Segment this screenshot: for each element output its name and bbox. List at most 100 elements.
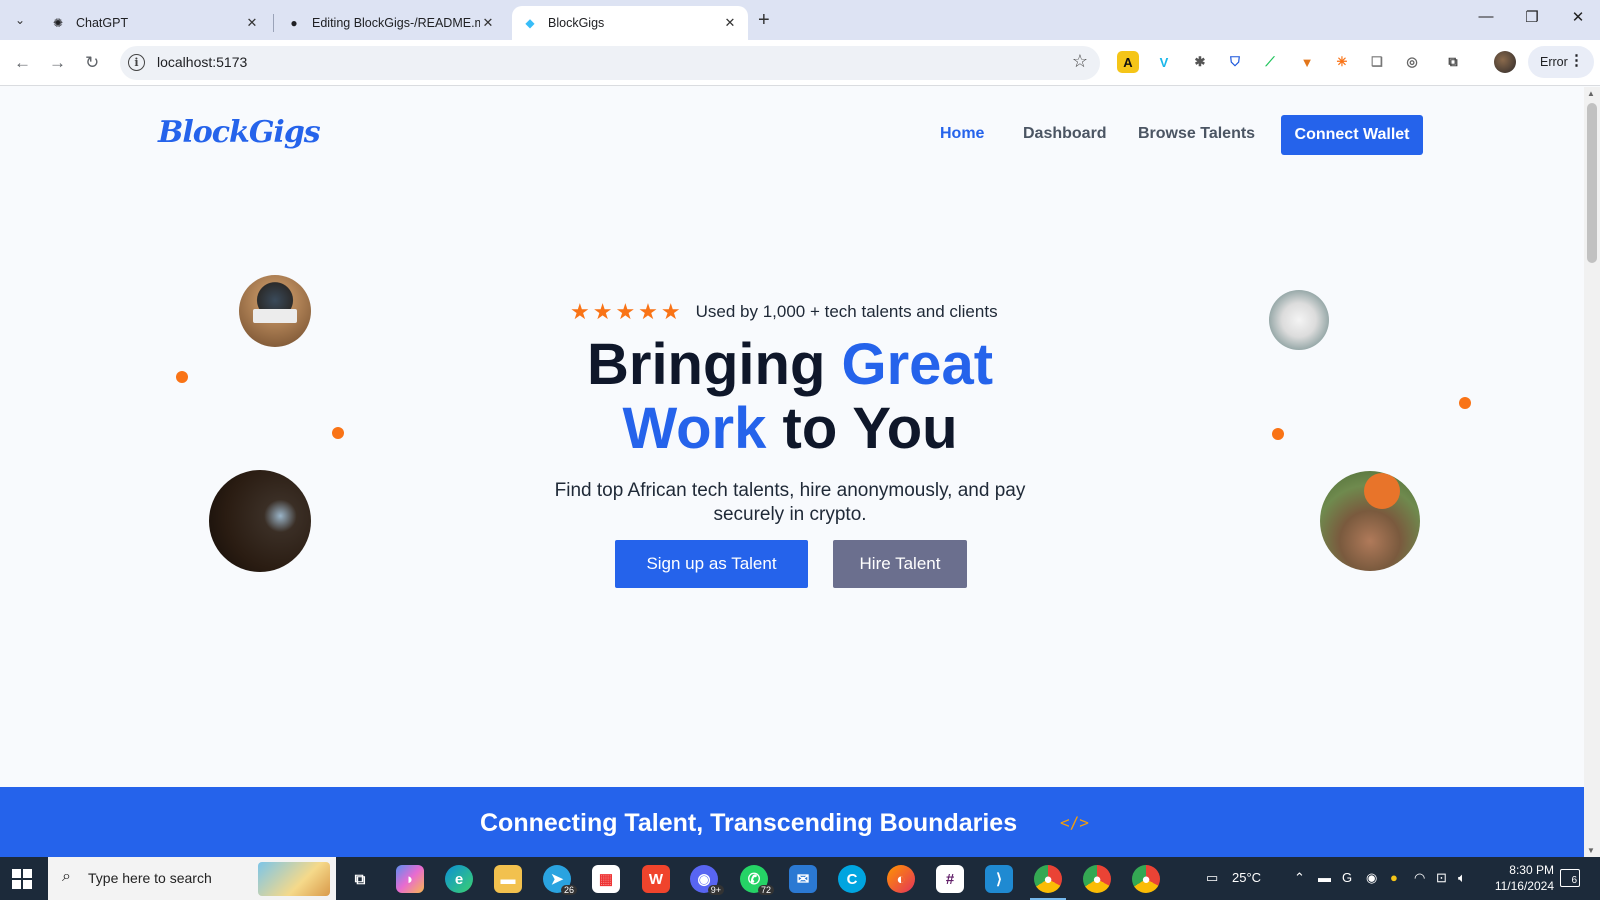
scroll-up-icon[interactable]: ▲ [1587, 89, 1595, 98]
extension-vimeo-icon[interactable]: V [1153, 51, 1175, 73]
browser-toolbar: ← → ↻ i localhost:5173 ☆ A V ✱ ⛉ ⟋ ▼ ✳ ❏… [0, 40, 1600, 86]
edge-icon[interactable]: e [445, 865, 473, 893]
whatsapp-icon[interactable]: ✆ 72 [740, 865, 774, 895]
search-highlight-image [258, 862, 330, 896]
chrome-profile-icon[interactable]: ● [1132, 865, 1160, 893]
close-window-icon[interactable]: ✕ [1558, 8, 1598, 26]
telegram-icon[interactable]: ➤ 26 [543, 865, 577, 895]
title-part: to You [766, 396, 958, 461]
wps-office-icon[interactable]: W [642, 865, 670, 893]
notifications-icon[interactable]: 6 [1560, 869, 1580, 887]
wifi-icon[interactable]: ◠ [1414, 870, 1425, 886]
tab-github-readme[interactable]: ● Editing BlockGigs-/README.md ✕ [276, 6, 506, 40]
windows-taskbar: ⌕ Type here to search ⧉ ◗ e ▬ ➤ 26 ▦ W ◉ 9… [0, 857, 1600, 900]
tab-divider [273, 14, 274, 32]
chrome-tray-icon[interactable]: ◉ [1366, 870, 1377, 886]
search-placeholder: Type here to search [88, 870, 212, 886]
extension-shield-icon[interactable]: ⛉ [1224, 51, 1246, 73]
new-tab-plus-icon[interactable]: + [758, 9, 770, 31]
workspace-keyboard-photo [239, 275, 311, 347]
forward-arrow-icon[interactable]: → [49, 53, 66, 73]
scroll-down-icon[interactable]: ▼ [1587, 846, 1595, 855]
rating-row: ★★★★★ Used by 1,000 + tech talents and c… [570, 299, 998, 325]
nav-browse-talents-link[interactable]: Browse Talents [1138, 125, 1255, 143]
connect-wallet-button[interactable]: Connect Wallet [1281, 115, 1423, 155]
mail-icon[interactable]: ✉ [789, 865, 817, 893]
site-info-icon[interactable]: i [128, 54, 145, 71]
copilot-icon[interactable]: ◗ [396, 865, 424, 893]
vscode-icon[interactable]: ⟩ [985, 865, 1013, 893]
extension-bug-icon[interactable]: ✱ [1189, 51, 1211, 73]
page-scrollbar[interactable]: ▲ ▼ [1584, 87, 1600, 857]
extensions-puzzle-icon[interactable]: ⧉ [1442, 51, 1464, 73]
kebab-menu-icon[interactable]: ⋮ [1569, 51, 1584, 69]
tagline-banner: Connecting Talent, Transcending Boundari… [0, 787, 1584, 857]
volume-icon[interactable]: 🔈︎ [1458, 870, 1466, 886]
site-logo[interactable]: BlockGigs [158, 115, 321, 150]
chrome-icon[interactable]: ● [1034, 865, 1062, 893]
orange-dot [176, 371, 188, 383]
bookmark-star-icon[interactable]: ☆ [1072, 51, 1088, 72]
slack-icon[interactable]: # [936, 865, 964, 893]
developer-working-photo [209, 470, 311, 572]
hire-talent-button[interactable]: Hire Talent [833, 540, 967, 588]
blockgigs-page: BlockGigs Home Dashboard Browse Talents … [0, 87, 1584, 857]
reload-icon[interactable]: ↻ [85, 53, 99, 73]
extension-metamask-icon[interactable]: ▼ [1296, 51, 1318, 73]
back-arrow-icon[interactable]: ← [14, 53, 31, 73]
tab-title: Editing BlockGigs-/README.md [312, 16, 480, 30]
rating-text: Used by 1,000 + tech talents and clients [695, 302, 998, 321]
file-explorer-icon[interactable]: ▬ [494, 865, 522, 893]
desk-setup-photo [1269, 290, 1329, 350]
clock-time: 8:30 PM [1509, 863, 1554, 877]
extension-archive-icon[interactable]: A [1117, 51, 1139, 73]
url-text[interactable]: localhost:5173 [157, 54, 247, 70]
close-tab-icon[interactable]: ✕ [244, 15, 260, 31]
tab-chatgpt[interactable]: ✺ ChatGPT ✕ [40, 6, 270, 40]
close-tab-icon[interactable]: ✕ [722, 15, 738, 31]
norton-tray-icon[interactable]: ● [1390, 870, 1398, 885]
scrollbar-thumb[interactable] [1587, 103, 1597, 263]
hero-subtitle: Find top African tech talents, hire anon… [554, 480, 1026, 525]
nav-dashboard-link[interactable]: Dashboard [1023, 125, 1107, 143]
network-icon[interactable]: ⊡ [1436, 870, 1447, 886]
show-hidden-icons-icon[interactable]: ⌃ [1294, 870, 1305, 886]
cube-icon: ◆ [525, 16, 535, 30]
battery-icon[interactable]: ▬ [1318, 870, 1331, 885]
restore-icon[interactable]: ❐ [1512, 8, 1552, 26]
clock-date: 11/16/2024 [1494, 879, 1554, 893]
windows-start-icon[interactable] [12, 869, 32, 889]
sign-up-talent-button[interactable]: Sign up as Talent [615, 540, 808, 588]
discord-icon[interactable]: ◉ 9+ [690, 865, 724, 895]
taskbar-search-box[interactable]: ⌕ Type here to search [48, 857, 336, 900]
error-label: Error [1540, 55, 1568, 69]
extension-copy-icon[interactable]: ❏ [1366, 51, 1388, 73]
weather-icon[interactable]: ▭ [1206, 870, 1218, 886]
five-stars-icon: ★★★★★ [570, 299, 684, 324]
weather-temperature[interactable]: 25°C [1232, 870, 1261, 885]
canva-icon[interactable]: C [838, 865, 866, 893]
close-tab-icon[interactable]: ✕ [480, 15, 496, 31]
extension-grammarly-icon[interactable]: ◎ [1401, 51, 1423, 73]
task-view-icon[interactable]: ⧉ [346, 865, 374, 893]
browser-tab-bar: ⌄ ✺ ChatGPT ✕ ● Editing BlockGigs-/READM… [0, 0, 1600, 40]
tab-search-chevron-icon[interactable]: ⌄ [8, 8, 32, 32]
whatsapp-badge: 72 [757, 885, 774, 895]
orange-dot [332, 427, 344, 439]
grammarly-tray-icon[interactable]: G [1342, 870, 1352, 885]
extension-chart-icon[interactable]: ⟋ [1259, 51, 1281, 73]
extension-spark-icon[interactable]: ✳ [1331, 51, 1353, 73]
firefox-icon[interactable]: ◐ [887, 865, 915, 893]
profile-avatar[interactable] [1494, 51, 1516, 73]
microsoft-store-icon[interactable]: ▦ [592, 865, 620, 893]
minimize-icon[interactable]: — [1466, 8, 1506, 25]
taskbar-clock[interactable]: 8:30 PM 11/16/2024 [1482, 862, 1554, 894]
address-bar[interactable]: i localhost:5173 ☆ [120, 46, 1100, 80]
profile-error-button[interactable]: Error ⋮ [1528, 46, 1594, 78]
notification-count: 6 [1571, 875, 1577, 886]
tab-blockgigs[interactable]: ◆ BlockGigs ✕ [512, 6, 748, 40]
nav-home-link[interactable]: Home [940, 125, 984, 143]
telegram-badge: 26 [560, 885, 577, 895]
basketball-player-photo [1320, 471, 1420, 571]
chrome-profile-icon[interactable]: ● [1083, 865, 1111, 893]
